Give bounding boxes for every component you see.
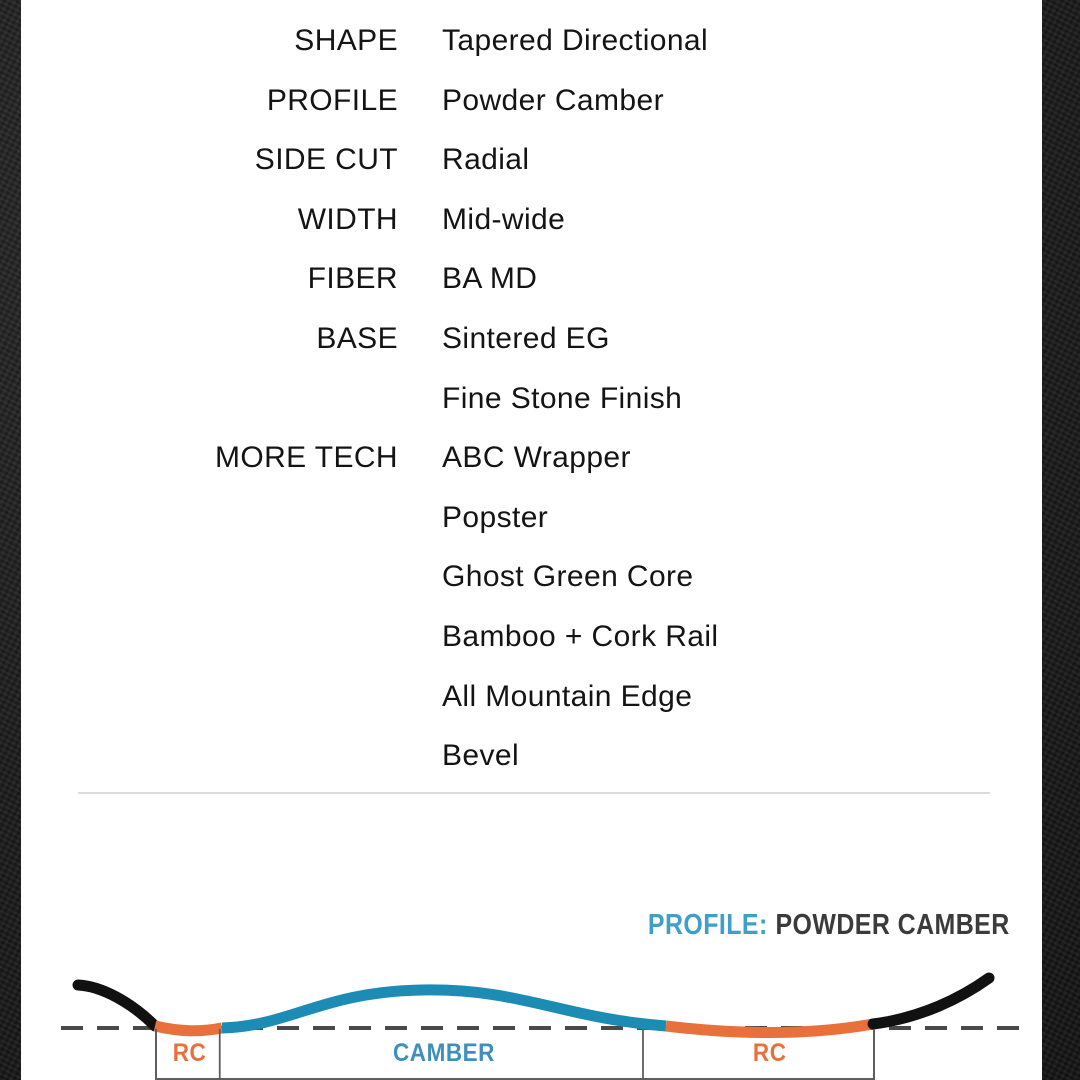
- profile-segment-bar: RC CAMBER RC: [155, 1029, 875, 1080]
- spec-row: All Mountain Edge: [21, 656, 1042, 716]
- nose-tip-segment: [72, 979, 161, 1032]
- spec-label: WIDTH: [297, 202, 398, 236]
- spec-label: BASE: [316, 321, 398, 355]
- camber-segment: [221, 984, 667, 1034]
- spec-value: Tapered Directional: [442, 24, 709, 57]
- spec-label: PROFILE: [266, 83, 398, 117]
- spec-row: BASE Sintered EG: [21, 298, 1042, 358]
- spec-row: Bevel: [21, 715, 1042, 775]
- spec-row: FIBER BA MD: [21, 238, 1042, 298]
- profile-heading-key: PROFILE:: [648, 909, 769, 941]
- spec-row: SHAPE Tapered Directional: [21, 0, 1042, 60]
- spec-label: FIBER: [307, 262, 398, 296]
- spec-value: Mid-wide: [442, 202, 566, 236]
- section-divider: [78, 792, 990, 794]
- profile-segment-rc: RC: [160, 1029, 221, 1078]
- profile-heading: PROFILE: POWDER CAMBER: [648, 911, 1010, 940]
- spec-row: Bamboo + Cork Rail: [21, 596, 1042, 656]
- spec-value: Bamboo + Cork Rail: [442, 619, 719, 653]
- spec-row: WIDTH Mid-wide: [21, 179, 1042, 239]
- profile-segment-camber: CAMBER: [246, 1029, 644, 1078]
- spec-row: Ghost Green Core: [21, 536, 1042, 596]
- spec-value: BA MD: [442, 262, 538, 296]
- spec-value: Fine Stone Finish: [442, 381, 683, 415]
- spec-table: SHAPE Tapered Directional PROFILE Powder Ca…: [21, 0, 1042, 775]
- spec-card: SHAPE Tapered Directional PROFILE Powder Ca…: [21, 0, 1042, 1080]
- spec-value: Ghost Green Core: [442, 560, 694, 594]
- profile-segment-rc: RC: [752, 1039, 787, 1067]
- spec-row: SIDE CUT Radial: [21, 119, 1042, 179]
- spec-label: SIDE CUT: [254, 143, 398, 177]
- spec-row: Popster: [21, 477, 1042, 537]
- spec-row: MORE TECH ABC Wrapper: [21, 417, 1042, 477]
- spec-value: ABC Wrapper: [442, 441, 631, 475]
- tail-tip-segment: [867, 972, 995, 1030]
- spec-value: Radial: [442, 143, 530, 177]
- spec-label: SHAPE: [294, 24, 398, 57]
- spec-row: PROFILE Powder Camber: [21, 60, 1042, 120]
- spec-value: Powder Camber: [442, 83, 664, 117]
- profile-heading-value: POWDER CAMBER: [775, 909, 1010, 941]
- spec-value: Sintered EG: [442, 321, 610, 355]
- spec-row: Fine Stone Finish: [21, 358, 1042, 418]
- spec-value: Popster: [442, 500, 549, 534]
- spec-label: MORE TECH: [214, 441, 398, 475]
- spec-value: All Mountain Edge: [442, 679, 693, 713]
- spec-value: Bevel: [442, 739, 520, 773]
